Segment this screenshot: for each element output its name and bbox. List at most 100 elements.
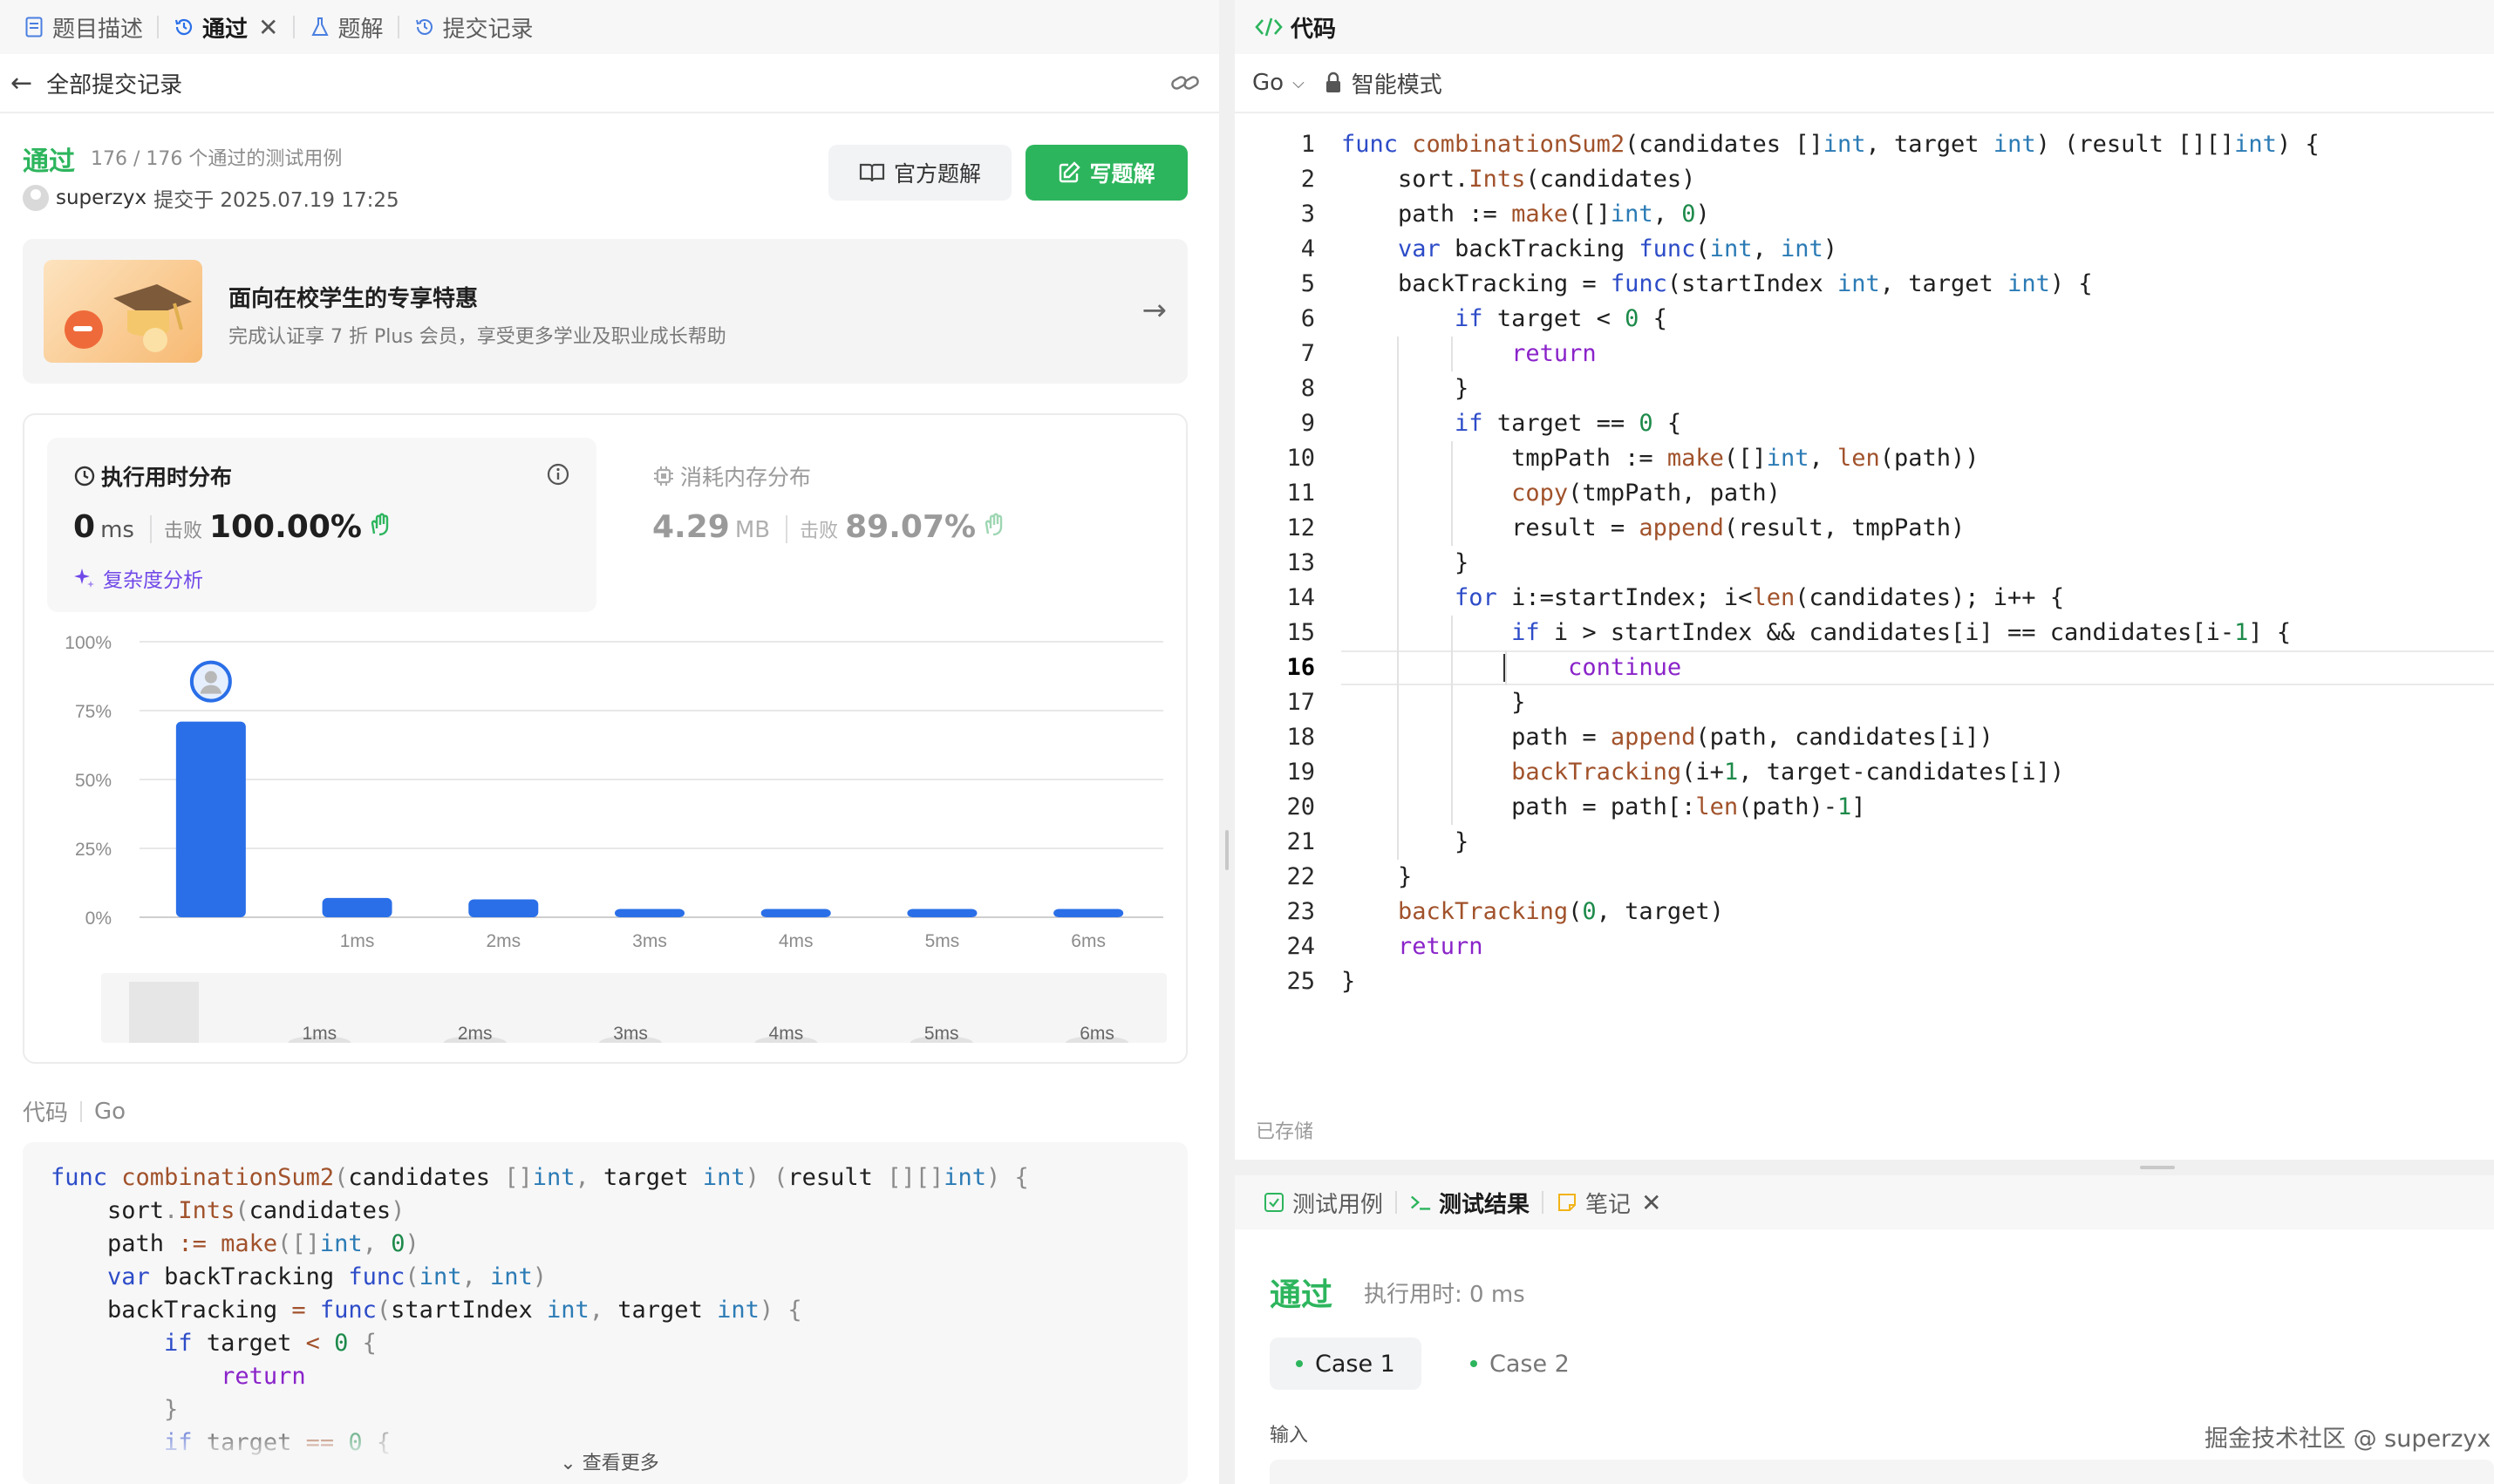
avatar-head (204, 671, 217, 684)
chart-range-brush[interactable]: 1ms 2ms 3ms 4ms 5ms 6ms (101, 973, 1167, 1050)
brush-tick-label: 4ms (769, 1024, 804, 1043)
save-status: 已存储 (1256, 1121, 1314, 1143)
back-arrow-icon[interactable]: ← (10, 68, 32, 99)
book-icon (859, 163, 885, 182)
runtime-number: 0 (73, 509, 96, 545)
x-tick-label: 1ms (340, 931, 375, 951)
flask-icon (309, 16, 331, 38)
close-icon[interactable]: ✕ (1641, 1188, 1661, 1217)
line-number: 17 (1286, 689, 1315, 716)
checkbox-icon (1263, 1191, 1285, 1214)
horizontal-splitter[interactable] (1235, 1160, 2494, 1175)
info-icon[interactable] (546, 462, 570, 490)
complexity-label: 复杂度分析 (103, 569, 203, 592)
line-number: 1 (1300, 131, 1315, 158)
y-tick-label: 100% (65, 633, 112, 653)
memory-card[interactable]: 消耗内存分布 4.29 MB 击败 89.07% (626, 438, 1149, 612)
avatar[interactable] (23, 185, 49, 211)
tab-divider (1395, 1191, 1398, 1214)
runtime-value: 0 ms 击败 100.00% (73, 509, 395, 545)
memory-title-label: 消耗内存分布 (680, 465, 812, 490)
language-select[interactable]: Go (1252, 70, 1284, 96)
watermark: 掘金技术社区 @ superzyx (2204, 1426, 2491, 1453)
runtime-title: 执行用时分布 (73, 460, 232, 492)
code-editor-text[interactable]: func combinationSum2(candidates []int, t… (1341, 127, 2320, 999)
case-1-button[interactable]: Case 1 (1270, 1338, 1421, 1390)
official-solution-button[interactable]: 官方题解 (828, 145, 1012, 201)
splitter-handle[interactable] (2140, 1166, 2175, 1169)
y-tick-label: 0% (85, 909, 112, 929)
smart-mode-toggle[interactable]: 智能模式 (1352, 67, 1442, 99)
chart-bar (1053, 909, 1124, 917)
line-number: 5 (1300, 270, 1315, 297)
tab-testcases[interactable]: 测试用例 (1254, 1175, 1392, 1229)
chart-bar (468, 899, 539, 917)
write-solution-label: 写题解 (1089, 161, 1155, 187)
divider (80, 1100, 83, 1122)
case-2-button[interactable]: Case 2 (1444, 1338, 1596, 1390)
chevron-down-icon[interactable]: ⌵ (1292, 74, 1305, 92)
tab-submissions-label: 提交记录 (442, 16, 534, 43)
terminal-icon (1409, 1191, 1432, 1214)
input-value-box (1270, 1460, 2494, 1484)
line-number: 25 (1286, 968, 1315, 995)
tab-code[interactable]: 代码 (1291, 11, 1336, 44)
line-number: 8 (1300, 375, 1315, 402)
arrow-right-icon[interactable]: → (1142, 293, 1168, 328)
runtime-title-label: 执行用时分布 (101, 465, 233, 490)
all-submissions-link[interactable]: 全部提交记录 (46, 67, 182, 99)
splitter-handle[interactable] (1225, 830, 1229, 870)
x-tick-label: 3ms (632, 931, 667, 951)
see-more-label: 查看更多 (582, 1453, 659, 1474)
runtime-card[interactable]: 执行用时分布 0 ms 击败 100.00% 复杂度分析 (47, 438, 596, 612)
vertical-splitter[interactable] (1219, 0, 1235, 1484)
results-tabbar: 测试用例 测试结果 笔记 ✕ (1235, 1175, 2494, 1229)
line-number: 18 (1286, 724, 1315, 751)
tab-testcases-label: 测试用例 (1292, 1191, 1384, 1218)
username[interactable]: superzyx (56, 187, 147, 209)
line-number: 4 (1300, 235, 1315, 262)
tab-notes[interactable]: 笔记 ✕ (1547, 1175, 1670, 1229)
close-icon[interactable]: ✕ (258, 13, 278, 42)
line-number: 12 (1286, 514, 1315, 541)
line-number: 15 (1286, 619, 1315, 646)
submission-panel: 题目描述 通过 ✕ 题解 提交记录 ← 全部提交记录 通过 176 / 176 … (0, 0, 1219, 1484)
runtime-distribution-chart: 0% 25% 50% 75% 100% 1ms 2ms 3ms 4ms 5ms 6ms (65, 633, 1163, 951)
see-more-button[interactable]: ⌄ 查看更多 (0, 1447, 1219, 1475)
y-tick-label: 50% (75, 771, 112, 791)
brush-tick-label: 5ms (924, 1024, 959, 1043)
tab-test-results[interactable]: 测试结果 (1400, 1175, 1538, 1229)
complexity-analysis-link[interactable]: 复杂度分析 (73, 563, 203, 593)
tab-description-label: 题目描述 (52, 16, 144, 43)
tab-solutions[interactable]: 题解 (298, 0, 394, 54)
line-number: 22 (1286, 863, 1315, 890)
tab-submissions[interactable]: 提交记录 (403, 0, 544, 54)
text-cursor (1503, 654, 1505, 682)
line-number: 16 (1286, 654, 1315, 681)
memory-number: 4.29 (652, 509, 730, 545)
line-number: 14 (1286, 584, 1315, 611)
line-numbers: 1 2 3 4 5 6 7 8 9 10 11 12 13 14 15 16 17 18 19 20 21 22 23 24 2… (1235, 127, 1315, 999)
chart-bar (760, 909, 831, 917)
line-number: 11 (1286, 480, 1315, 507)
promo-subtitle: 完成认证享 7 折 Plus 会员，享受更多学业及职业成长帮助 (228, 326, 726, 348)
submissions-header: ← 全部提交记录 (0, 54, 1219, 113)
beat-label: 击败 (786, 515, 838, 543)
graduation-cap-illustration (44, 260, 202, 363)
beat-label: 击败 (149, 515, 202, 543)
runtime-beat-percent: 100.00% (208, 509, 362, 545)
tab-description[interactable]: 题目描述 (12, 0, 153, 54)
testcase-count: 176 / 176 个通过的测试用例 (91, 148, 343, 170)
doc-icon (23, 16, 45, 38)
line-number: 7 (1300, 340, 1315, 367)
tab-accepted[interactable]: 通过 ✕ (162, 0, 289, 54)
brush-tick-label: 2ms (458, 1024, 493, 1043)
write-solution-button[interactable]: 写题解 (1026, 145, 1188, 201)
sparkle-icon (74, 568, 94, 588)
tab-divider (157, 16, 160, 38)
share-link-icon[interactable] (1170, 71, 1200, 98)
student-promo-banner[interactable]: 面向在校学生的专享特惠 完成认证享 7 折 Plus 会员，享受更多学业及职业成… (23, 239, 1188, 384)
chart-bar (615, 909, 685, 917)
tab-divider (292, 16, 295, 38)
case-2-label: Case 2 (1489, 1350, 1570, 1378)
